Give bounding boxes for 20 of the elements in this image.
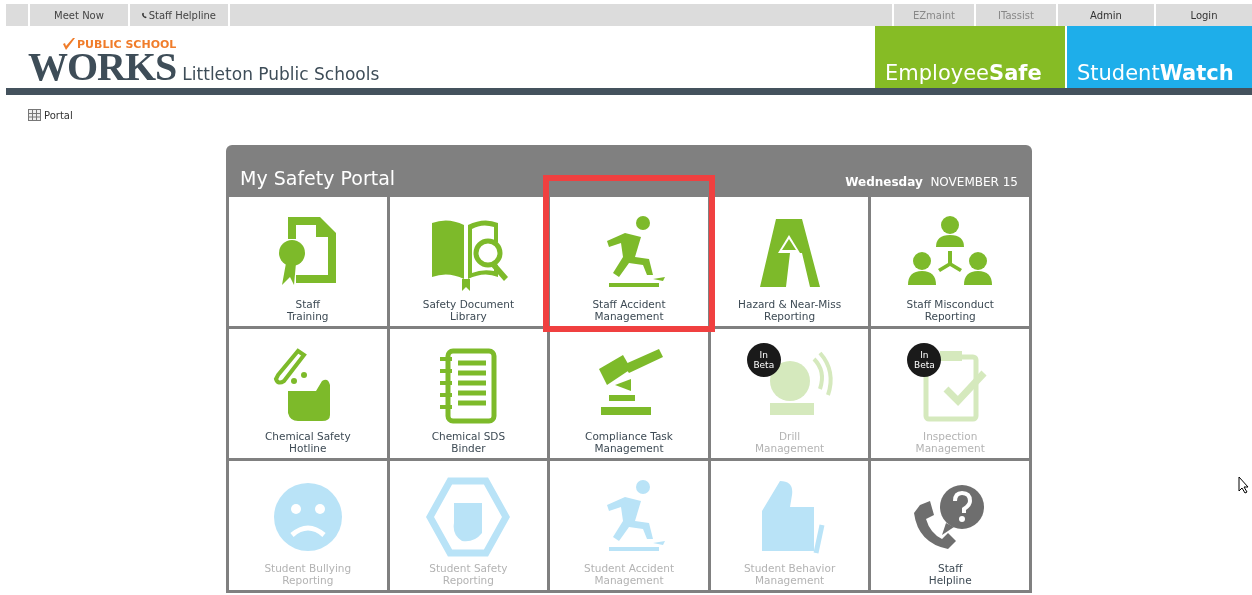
portal-title: My Safety Portal [240, 167, 396, 189]
beta-badge: In Beta [746, 343, 781, 377]
check-icon [63, 38, 76, 50]
grid-icon [28, 109, 41, 121]
date-label: Wednesday NOVEMBER 15 [845, 175, 1018, 189]
portal-tile[interactable]: Chemical SDS Binder [389, 329, 548, 458]
portal-tile[interactable]: Compliance Task Management [550, 329, 708, 458]
logo-wordmark: WORKS [28, 50, 177, 84]
district-name: Littleton Public Schools [182, 64, 380, 84]
nav-link[interactable]: Staff Helpline [130, 4, 230, 26]
mouse-pointer-icon [1238, 476, 1250, 494]
logo-tagline: PUBLIC SCHOOL [77, 39, 177, 50]
portal-tile[interactable]: Staff Misconduct Reporting [871, 197, 1029, 326]
nav-link[interactable]: Meet Now [30, 4, 130, 26]
portal-tile[interactable]: Staff Helpline [871, 461, 1029, 590]
breadcrumb-link[interactable]: Portal [28, 109, 73, 121]
portal-tile[interactable]: Staff Training [229, 197, 387, 326]
portal-tile[interactable]: Staff Accident Management [550, 197, 708, 326]
beta-badge: In Beta [907, 343, 942, 377]
portal-tile[interactable]: Chemical Safety Hotline [229, 329, 387, 458]
